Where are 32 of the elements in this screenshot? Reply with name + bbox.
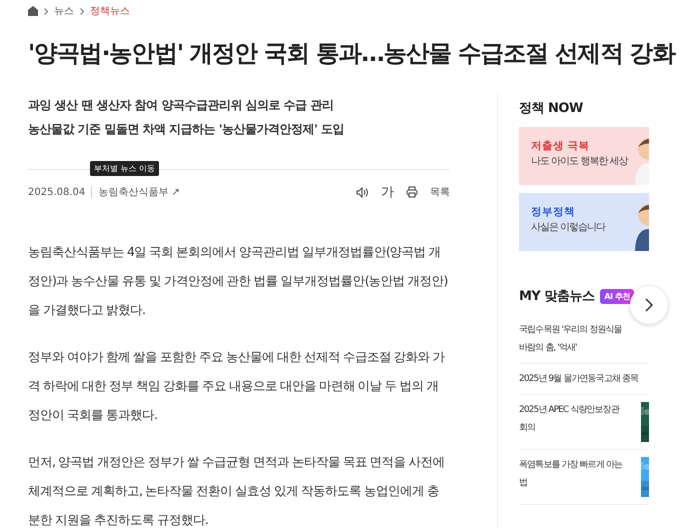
breadcrumb-link[interactable]: 정책뉴스 xyxy=(90,4,130,18)
news-title: 회의 xyxy=(519,422,536,435)
news-item[interactable]: 폭염특보를 가장 빠르게 아는 법 xyxy=(519,450,649,505)
news-title: 법 xyxy=(519,477,528,490)
banner-heading: 저출생 극복 xyxy=(531,139,591,153)
section-title: 정책 NOW xyxy=(519,100,584,117)
font-size-button[interactable]: 가 xyxy=(381,183,394,201)
news-title: 폭염특보를 가장 빠르게 아는 xyxy=(519,459,624,472)
publish-date: 2025.08.04 xyxy=(28,186,92,198)
news-title: 바람의 춤, '억새' xyxy=(519,342,578,355)
news-title: 2025년 APEC 식량안보장관 xyxy=(519,404,620,417)
article-paragraph: 정부와 여야가 함께 쌀을 포함한 주요 농산물에 대한 선제적 수급조절 강화와 가격 하락에 대한 정부 책임 강화를 주요 내용으로 대안을 마련해 이날 두 법의 개정안이 국회를 통과했다. xyxy=(28,348,446,424)
article-headline: '양곡법·농안법' 개정안 국회 통과…농산물 수급조절 선제적 강화 xyxy=(28,38,676,69)
news-title: 2025년 9월 물가연동국고채 종목 xyxy=(519,373,640,386)
section-title: MY 맞춤뉴스 xyxy=(519,288,594,305)
news-item[interactable]: 2025년 9월 물가연동국고채 종목 xyxy=(519,364,649,395)
article-paragraph: 먼저, 양곡법 개정안은 정부가 쌀 수급균형 면적과 논타작물 목표 면적을 사전에 체계적으로 계획하고, 논타작물 전환이 실효성 있게 작동하도록 농업인에게 충분한 지원을 추진하도록 규정했다. xyxy=(28,453,446,528)
ai-badge: AI 추천 xyxy=(600,288,634,304)
news-item[interactable]: 2025년 APEC 식량안보장관 회의 xyxy=(519,395,649,450)
news-title: 국립수목원 '우리의 정원식물 xyxy=(519,324,623,337)
banner-card[interactable]: 저출생 극복 나도 아이도 행복한 세상 xyxy=(519,127,649,185)
tooltip: 부처별 뉴스 이동 xyxy=(90,161,160,176)
banner-text: 나도 아이도 행복한 세상 xyxy=(531,155,628,168)
banner-card[interactable]: 정부정책 사실은 이렇습니다 xyxy=(519,193,649,251)
article-subtitle: 농산물값 기준 밑돌면 차액 지급하는 '농산물가격안정제' 도입 xyxy=(28,121,345,138)
banner-heading: 정부정책 xyxy=(531,205,576,219)
article-paragraph: 농림축산식품부는 4일 국회 본회의에서 양곡관리법 일부개정법률안(양곡법 개정안)과 농수산물 유통 및 가격안정에 관한 법률 일부개정법률안(농안법 개정안)을 가결했다고 밝혔다. xyxy=(28,243,448,319)
list-button[interactable]: 목록 xyxy=(430,185,450,199)
article-subtitle: 과잉 생산 땐 생산자 참여 양곡수급관리위 심의로 수급 관리 xyxy=(28,97,334,114)
source-link[interactable]: 농림축산식품부 ↗ xyxy=(92,185,180,199)
breadcrumb-link[interactable]: 뉴스 xyxy=(54,4,74,18)
banner-text: 사실은 이렇습니다 xyxy=(531,221,606,234)
